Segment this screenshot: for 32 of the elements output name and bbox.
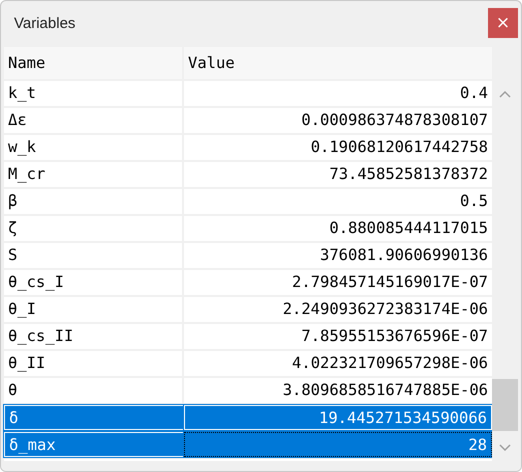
- value-cell[interactable]: 2.798457145169017E-07: [184, 270, 492, 295]
- close-button[interactable]: ×: [488, 8, 518, 38]
- name-cell[interactable]: M_cr: [4, 162, 184, 187]
- name-cell[interactable]: Δε: [4, 108, 184, 133]
- name-cell[interactable]: δ_max: [4, 432, 184, 457]
- value-cell[interactable]: 0.880085444117015: [184, 216, 492, 241]
- scrollbar-thumb[interactable]: [492, 379, 518, 431]
- name-cell[interactable]: ζ: [4, 216, 184, 241]
- value-cell[interactable]: 0.4: [184, 81, 492, 106]
- scroll-down-icon[interactable]: [498, 443, 512, 453]
- scroll-up-icon[interactable]: [498, 89, 512, 99]
- window-title: Variables: [14, 14, 76, 32]
- name-cell[interactable]: k_t: [4, 81, 184, 106]
- name-cell[interactable]: β: [4, 189, 184, 214]
- value-cell[interactable]: 0.000986374878308107: [184, 108, 492, 133]
- value-cell[interactable]: 0.5: [184, 189, 492, 214]
- name-cell[interactable]: θ_II: [4, 351, 184, 376]
- value-cell[interactable]: 376081.90606990136: [184, 243, 492, 268]
- name-cell[interactable]: θ_cs_I: [4, 270, 184, 295]
- value-cell[interactable]: 28: [184, 432, 492, 457]
- name-cell[interactable]: S: [4, 243, 184, 268]
- value-cell[interactable]: 3.8096858516747885E-06: [184, 378, 492, 403]
- value-cell[interactable]: 19.445271534590066: [184, 405, 492, 430]
- name-cell[interactable]: w_k: [4, 135, 184, 160]
- value-cell[interactable]: 0.19068120617442758: [184, 135, 492, 160]
- name-cell[interactable]: θ_cs_II: [4, 324, 184, 349]
- value-cell[interactable]: 4.022321709657298E-06: [184, 351, 492, 376]
- name-cell[interactable]: δ: [4, 405, 184, 430]
- value-cell[interactable]: 7.85955153676596E-07: [184, 324, 492, 349]
- name-cell[interactable]: θ_I: [4, 297, 184, 322]
- value-cell[interactable]: 2.2490936272383174E-06: [184, 297, 492, 322]
- value-cell[interactable]: 73.45852581378372: [184, 162, 492, 187]
